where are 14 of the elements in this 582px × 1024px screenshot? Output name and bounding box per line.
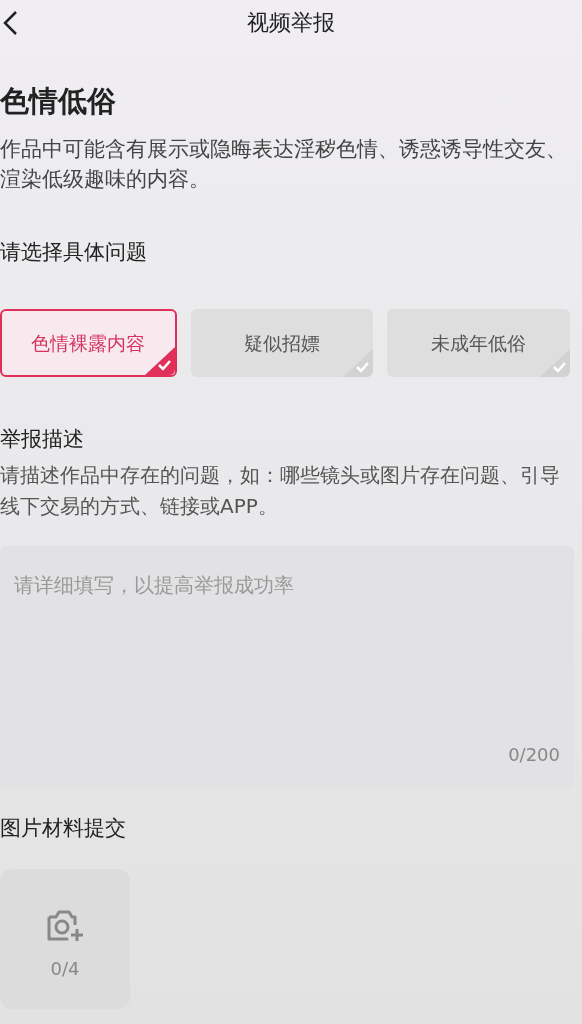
category-description: 作品中可能含有展示或隐晦表达淫秽色情、诱惑诱导性交友、渲染低级趣味的内容。 (0, 136, 568, 193)
category-title: 色情低俗 (0, 87, 117, 116)
upload-counter: 0/4 (50, 957, 80, 981)
issue-option[interactable]: 疑似招嫖 (190, 309, 374, 377)
character-counter: 0/200 (508, 743, 560, 767)
page-title: 视频举报 (247, 9, 335, 37)
issue-prompt: 请选择具体问题 (0, 242, 148, 263)
issue-option[interactable]: 未成年低俗 (387, 309, 570, 377)
issue-option[interactable]: 色情裸露内容 (0, 309, 177, 377)
section-title: 举报描述 (0, 429, 85, 450)
camera-add-icon (45, 909, 85, 943)
section-title: 图片材料提交 (0, 818, 127, 839)
section-hint: 请描述作品中存在的问题，如：哪些镜头或图片存在问题、引导线下交易的方式、链接或APP。 (0, 462, 561, 520)
back-icon[interactable] (2, 10, 18, 36)
